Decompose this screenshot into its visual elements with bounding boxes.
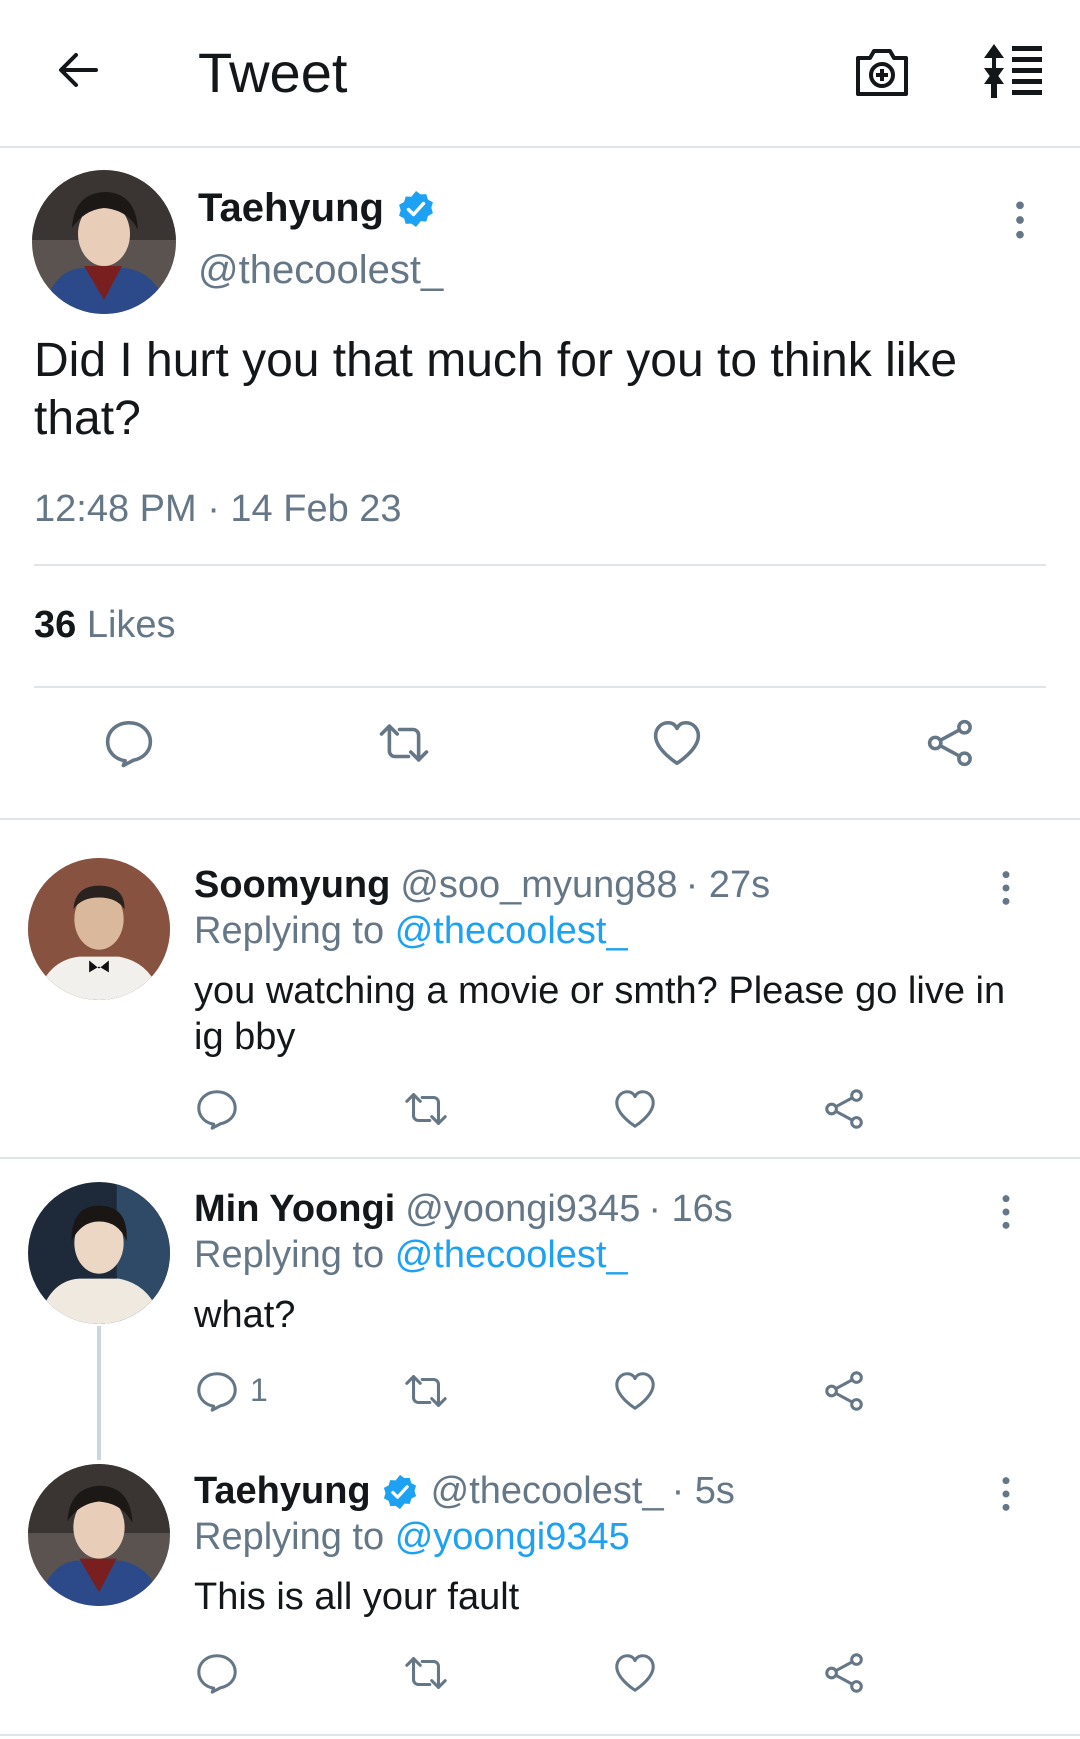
reply-tweet[interactable]: Min Yoongi @yoongi9345 · 16s Replying to… — [0, 1182, 1080, 1462]
author-name[interactable]: Taehyung — [198, 186, 436, 231]
replying-label: Replying to — [194, 910, 385, 952]
share-icon[interactable] — [822, 1650, 868, 1696]
main-tweet: Taehyung @thecoolest_ Did I hurt you tha… — [0, 150, 1080, 820]
avatar[interactable] — [28, 1464, 170, 1606]
tweet-text: Did I hurt you that much for you to thin… — [34, 334, 958, 445]
likes-stat[interactable]: 36 Likes — [34, 604, 176, 647]
mention-link[interactable]: @thecoolest_ — [395, 910, 628, 952]
share-icon[interactable] — [822, 1086, 868, 1132]
reply-text: This is all your fault — [194, 1576, 520, 1618]
like-icon[interactable] — [612, 1086, 658, 1132]
reply-icon[interactable] — [194, 1086, 240, 1132]
mention-link[interactable]: @thecoolest_ — [395, 1234, 628, 1276]
reply-tweet[interactable]: Soomyung @soo_myung88 · 27s Replying to … — [0, 858, 1080, 1158]
author-handle[interactable]: @thecoolest_ — [198, 248, 443, 293]
reply-icon[interactable] — [194, 1368, 240, 1414]
more-options-icon[interactable] — [1008, 198, 1032, 242]
reply-actions — [0, 1650, 1080, 1710]
author-handle[interactable]: @soo_myung88 — [400, 864, 677, 907]
divider — [34, 686, 1046, 688]
reply-actions: 1 — [0, 1368, 1080, 1428]
like-icon[interactable] — [612, 1650, 658, 1696]
more-options-icon[interactable] — [994, 1474, 1018, 1514]
avatar[interactable] — [28, 858, 170, 1000]
reply-meta: Min Yoongi @yoongi9345 · 16s — [194, 1188, 733, 1231]
tweet-timestamp: 12:48 PM · 14 Feb 23 — [34, 488, 402, 530]
verified-badge-icon — [396, 189, 436, 229]
camera-add-icon[interactable] — [850, 40, 914, 104]
replying-to: Replying to @thecoolest_ — [194, 1234, 628, 1277]
reply-time: · 5s — [671, 1470, 735, 1512]
verified-badge-icon — [381, 1473, 419, 1511]
reply-icon[interactable] — [102, 716, 156, 770]
tweet-actions — [0, 710, 1080, 790]
reply-count: 1 — [250, 1372, 268, 1408]
share-icon[interactable] — [822, 1368, 868, 1414]
author-handle[interactable]: @thecoolest_ — [431, 1470, 664, 1513]
retweet-icon[interactable] — [400, 1086, 452, 1132]
retweet-icon[interactable] — [400, 1368, 452, 1414]
mention-link[interactable]: @yoongi9345 — [395, 1516, 630, 1558]
replying-to: Replying to @yoongi9345 — [194, 1516, 630, 1559]
reply-tweet[interactable]: Taehyung @thecoolest_ · 5s Replying to @… — [0, 1464, 1080, 1734]
reply-text: you watching a movie or smth? Please go … — [194, 970, 1006, 1058]
reply-time: · 27s — [685, 864, 771, 906]
divider — [34, 564, 1046, 566]
author-name[interactable]: Min Yoongi — [194, 1188, 395, 1231]
replying-label: Replying to — [194, 1516, 385, 1558]
sort-icon[interactable] — [978, 40, 1050, 104]
divider — [0, 1734, 1080, 1736]
author-name-text: Taehyung — [198, 186, 384, 230]
avatar[interactable] — [28, 1182, 170, 1324]
author-name[interactable]: Taehyung — [194, 1470, 371, 1513]
author-name[interactable]: Soomyung — [194, 864, 390, 907]
reply-actions — [0, 1086, 1080, 1146]
reply-icon[interactable] — [194, 1650, 240, 1696]
avatar[interactable] — [32, 170, 176, 314]
likes-label: Likes — [86, 604, 176, 646]
top-app-bar: Tweet — [0, 0, 1080, 148]
reply-meta: Taehyung @thecoolest_ · 5s — [194, 1470, 735, 1513]
replying-to: Replying to @thecoolest_ — [194, 910, 628, 953]
like-icon[interactable] — [650, 716, 704, 770]
more-options-icon[interactable] — [994, 868, 1018, 908]
share-icon[interactable] — [924, 716, 978, 770]
reply-meta: Soomyung @soo_myung88 · 27s — [194, 864, 770, 907]
reply-time: · 16s — [648, 1188, 733, 1230]
page-title: Tweet — [198, 41, 348, 104]
retweet-icon[interactable] — [374, 716, 434, 770]
more-options-icon[interactable] — [994, 1192, 1018, 1232]
like-icon[interactable] — [612, 1368, 658, 1414]
replying-label: Replying to — [194, 1234, 385, 1276]
reply-text: what? — [194, 1294, 296, 1336]
back-arrow-icon[interactable] — [50, 42, 106, 98]
retweet-icon[interactable] — [400, 1650, 452, 1696]
author-handle[interactable]: @yoongi9345 — [405, 1188, 640, 1231]
divider — [0, 1157, 1080, 1159]
likes-count: 36 — [34, 604, 77, 646]
